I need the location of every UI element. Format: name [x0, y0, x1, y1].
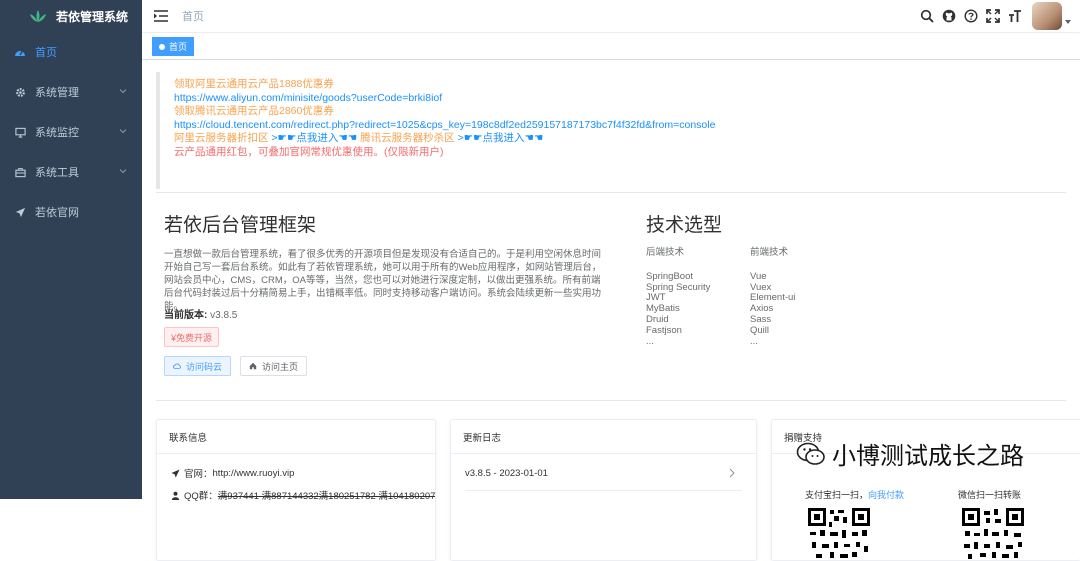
qq-label: QQ群：	[184, 491, 218, 502]
monitor-icon	[14, 126, 26, 138]
watermark-text: 小博测试成长之路	[832, 443, 1024, 470]
avatar[interactable]	[1032, 2, 1062, 30]
dashboard-icon	[14, 46, 26, 58]
tag-label: 首页	[169, 42, 188, 52]
sidebar-item-ruoyi-website[interactable]: 若依官网	[0, 192, 142, 232]
contact-card-title: 联系信息	[157, 420, 435, 454]
chevron-down-icon	[119, 169, 127, 174]
chevron-down-icon	[119, 129, 127, 134]
free-open-source-tag: ¥免费开源	[164, 327, 220, 347]
promo-notice: 领取阿里云通用云产品1888优惠券 https://www.aliyun.com…	[156, 72, 1066, 189]
notice-tencent-link[interactable]: https://cloud.tencent.com/redirect.php?r…	[174, 119, 1066, 133]
main-content: 领取阿里云通用云产品1888优惠券 https://www.aliyun.com…	[142, 60, 1080, 561]
alipay-qr-code	[808, 508, 870, 560]
changelog-card: 更新日志 v3.8.5 - 2023-01-01	[450, 419, 757, 561]
sidebar: 若依管理系统 首页 系统管理 系统监控 系统工具 若依官网	[0, 0, 142, 499]
contact-website: 官网： http://www.ruoyi.vip	[171, 466, 294, 480]
paper-plane-icon	[14, 206, 26, 218]
website-url[interactable]: http://www.ruoyi.vip	[213, 468, 295, 479]
version-label: 当前版本:	[164, 310, 208, 321]
app-title: 若依管理系统	[56, 9, 129, 24]
wechat-qr-code	[962, 508, 1024, 560]
notice-tencent-seckill[interactable]: 腾讯云服务器秒杀区	[360, 132, 455, 144]
intro-title: 若依后台管理框架	[164, 215, 317, 236]
logo-icon	[30, 10, 46, 22]
wechat-watermark: 小博测试成长之路	[796, 436, 1024, 471]
github-icon[interactable]	[941, 8, 957, 24]
navbar: 首页	[142, 0, 1080, 33]
visit-homepage-label: 访问主页	[262, 361, 299, 372]
sidebar-item-home[interactable]: 首页	[0, 32, 142, 72]
caret-down-icon[interactable]	[1064, 18, 1072, 26]
backend-header: 后端技术	[646, 247, 685, 258]
notice-aliyun-discount[interactable]: 阿里云服务器折扣区	[174, 132, 269, 144]
gear-icon	[14, 86, 26, 98]
frontend-header: 前端技术	[750, 247, 789, 258]
notice-tencent-coupon[interactable]: 领取腾讯云通用云产品2860优惠券	[174, 105, 1066, 119]
toolbox-icon	[14, 166, 26, 178]
chevron-down-icon	[119, 89, 127, 94]
search-icon[interactable]	[919, 8, 935, 24]
sidebar-item-system-monitor[interactable]: 系统监控	[0, 112, 142, 152]
sidebar-item-system-management[interactable]: 系统管理	[0, 72, 142, 112]
website-label: 官网：	[184, 469, 213, 480]
paper-plane-icon	[171, 468, 180, 478]
version-value: v3.8.5	[210, 310, 238, 321]
changelog-item[interactable]: v3.8.5 - 2023-01-01	[465, 468, 736, 479]
tech-item: SpringBoot	[646, 270, 694, 282]
breadcrumb[interactable]: 首页	[182, 8, 204, 24]
tech-item: Quill	[750, 324, 770, 336]
wechat-logo-icon	[796, 442, 825, 465]
tech-item: Vue	[750, 270, 767, 282]
tech-item: ...	[750, 335, 758, 347]
tag-active-dot	[159, 43, 165, 50]
chevron-right-icon	[729, 468, 735, 478]
changelog-divider	[465, 490, 742, 491]
backend-tech-list: 后端技术 SpringBoot Spring Security JWT MyBa…	[646, 247, 710, 347]
changelog-item-title: v3.8.5 - 2023-01-01	[465, 468, 548, 479]
notice-red-packet[interactable]: 云产品通用红包，可叠加官网常规优惠使用。(仅限新用户)	[174, 146, 1066, 160]
alipay-caption: 支付宝扫一扫，向我付款	[805, 488, 904, 501]
sidebar-item-label: 系统监控	[35, 127, 79, 139]
tech-item: ...	[646, 335, 654, 347]
contact-card: 联系信息 官网： http://www.ruoyi.vip QQ群： 满9374…	[156, 419, 436, 561]
navbar-right-menu	[916, 2, 1072, 30]
home-icon	[249, 362, 257, 370]
sidebar-item-system-tools[interactable]: 系统工具	[0, 152, 142, 192]
frontend-tech-list: 前端技术 Vue Vuex Element-ui Axios Sass Quil…	[750, 247, 795, 347]
user-icon	[171, 491, 180, 500]
version-info: 当前版本: v3.8.5	[164, 306, 237, 321]
question-icon[interactable]	[963, 8, 979, 24]
sidebar-item-label: 若依官网	[35, 207, 79, 219]
notice-server-line: 阿里云服务器折扣区 >☛☛点我进入☚☚ 腾讯云服务器秒杀区 >☛☛点我进入☚☚	[174, 132, 1066, 146]
sidebar-item-label: 系统工具	[35, 167, 79, 179]
wechat-caption: 微信扫一扫转账	[958, 490, 1022, 500]
hamburger-icon[interactable]	[154, 10, 168, 22]
tag-home[interactable]: 首页	[152, 37, 195, 56]
changelog-card-title: 更新日志	[451, 420, 756, 454]
divider	[156, 192, 1066, 193]
visit-gitee-button[interactable]: 访问码云	[164, 356, 232, 376]
sidebar-item-label: 首页	[35, 47, 57, 59]
divider	[156, 400, 1066, 401]
contact-qq-groups: QQ群： 满937441 满887144332满180251782 满10418…	[171, 488, 435, 502]
sidebar-logo[interactable]: 若依管理系统	[0, 0, 142, 32]
intro-paragraph: 一直想做一款后台管理系统，看了很多优秀的开源项目但是发现没有合适自己的。于是利用…	[164, 249, 602, 312]
sidebar-item-label: 系统管理	[35, 87, 79, 99]
notice-aliyun-enter-link[interactable]: >☛☛点我进入☚☚	[271, 132, 357, 144]
notice-aliyun-coupon[interactable]: 领取阿里云通用云产品1888优惠券	[174, 78, 1066, 92]
notice-aliyun-link[interactable]: https://www.aliyun.com/minisite/goods?us…	[174, 92, 1066, 106]
tags-view: 首页	[142, 33, 1080, 60]
visit-gitee-label: 访问码云	[186, 361, 223, 372]
visit-homepage-button[interactable]: 访问主页	[240, 356, 308, 376]
fullscreen-icon[interactable]	[985, 8, 1001, 24]
notice-tencent-enter-link[interactable]: >☛☛点我进入☚☚	[458, 132, 544, 144]
font-size-icon[interactable]	[1007, 8, 1023, 24]
cloud-icon	[173, 363, 181, 369]
tech-item: Fastjson	[646, 324, 682, 336]
tech-title: 技术选型	[646, 215, 723, 236]
qq-group-list[interactable]: 满937441 满887144332满180251782 满104180207	[218, 488, 435, 502]
